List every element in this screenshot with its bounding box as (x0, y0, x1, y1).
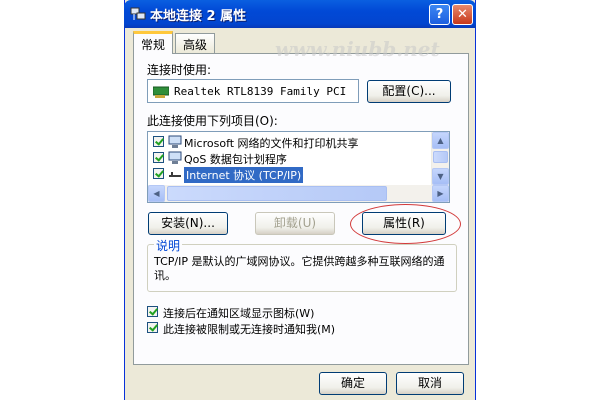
cancel-button[interactable]: 取消 (396, 372, 464, 395)
scroll-down-icon[interactable]: ▼ (432, 168, 449, 185)
title-bar[interactable]: 本地连接 2 属性 ? ✕ (124, 0, 476, 28)
close-button[interactable]: ✕ (452, 4, 473, 25)
item-label: QoS 数据包计划程序 (184, 153, 287, 166)
scroll-right-icon[interactable]: ▶ (432, 185, 449, 202)
components-list[interactable]: Microsoft 网络的文件和打印机共享 QoS 数据包计划程序 Intern… (147, 131, 450, 203)
vertical-scroll-thumb[interactable] (433, 151, 448, 163)
network-adapter-icon (153, 86, 169, 98)
horizontal-scrollbar[interactable]: ◀ ▶ (148, 185, 449, 202)
item-checkbox[interactable] (153, 152, 164, 163)
description-group: 说明 TCP/IP 是默认的广域网协议。它提供跨越多种互联网络的通讯。 (147, 237, 457, 292)
vertical-scrollbar[interactable]: ▲ ▼ (431, 132, 449, 185)
list-item-qos[interactable]: QoS 数据包计划程序 (151, 150, 429, 166)
watermark: www.niubb.net (275, 37, 440, 61)
highlight-annotation (350, 204, 461, 244)
adapter-name: Realtek RTL8139 Family PCI Fa: (174, 85, 354, 98)
network-computer-icon (168, 135, 182, 148)
scroll-up-icon[interactable]: ▲ (432, 132, 449, 149)
tab-general[interactable]: 常规 (133, 31, 174, 54)
notify-checkbox[interactable] (147, 322, 158, 333)
list-item-tcpip[interactable]: Internet 协议 (TCP/IP) (151, 166, 429, 183)
tab-advanced[interactable]: 高级 (175, 33, 216, 53)
configure-button[interactable]: 配置(C)... (367, 80, 451, 103)
show-icon-label[interactable]: 连接后在通知区域显示图标(W) (163, 305, 314, 321)
show-icon-checkbox[interactable] (147, 306, 158, 317)
uninstall-button: 卸载(U) (255, 212, 335, 235)
items-label: 此连接使用下列项目(O): (147, 114, 278, 128)
network-connection-icon (130, 7, 146, 20)
protocol-icon (169, 172, 181, 177)
help-button[interactable]: ? (429, 4, 450, 25)
item-checkbox[interactable] (153, 136, 164, 147)
scroll-left-icon[interactable]: ◀ (148, 185, 165, 202)
item-checkbox[interactable] (153, 168, 164, 179)
description-title: 说明 (154, 237, 183, 254)
ok-button[interactable]: 确定 (319, 372, 387, 395)
horizontal-scroll-thumb[interactable] (167, 186, 387, 201)
notify-label[interactable]: 此连接被限制或无连接时通知我(M) (163, 321, 335, 337)
description-text: TCP/IP 是默认的广域网协议。它提供跨越多种互联网络的通讯。 (154, 255, 445, 282)
install-button[interactable]: 安装(N)... (148, 212, 228, 235)
adapter-field: Realtek RTL8139 Family PCI Fa: (147, 79, 359, 103)
window-title: 本地连接 2 属性 (150, 9, 247, 24)
network-computer-icon (168, 151, 182, 164)
item-label: Microsoft 网络的文件和打印机共享 (184, 137, 359, 150)
list-item-file-sharing[interactable]: Microsoft 网络的文件和打印机共享 (151, 134, 429, 150)
connect-using-label: 连接时使用: (147, 63, 212, 77)
item-label: Internet 协议 (TCP/IP) (184, 167, 304, 183)
